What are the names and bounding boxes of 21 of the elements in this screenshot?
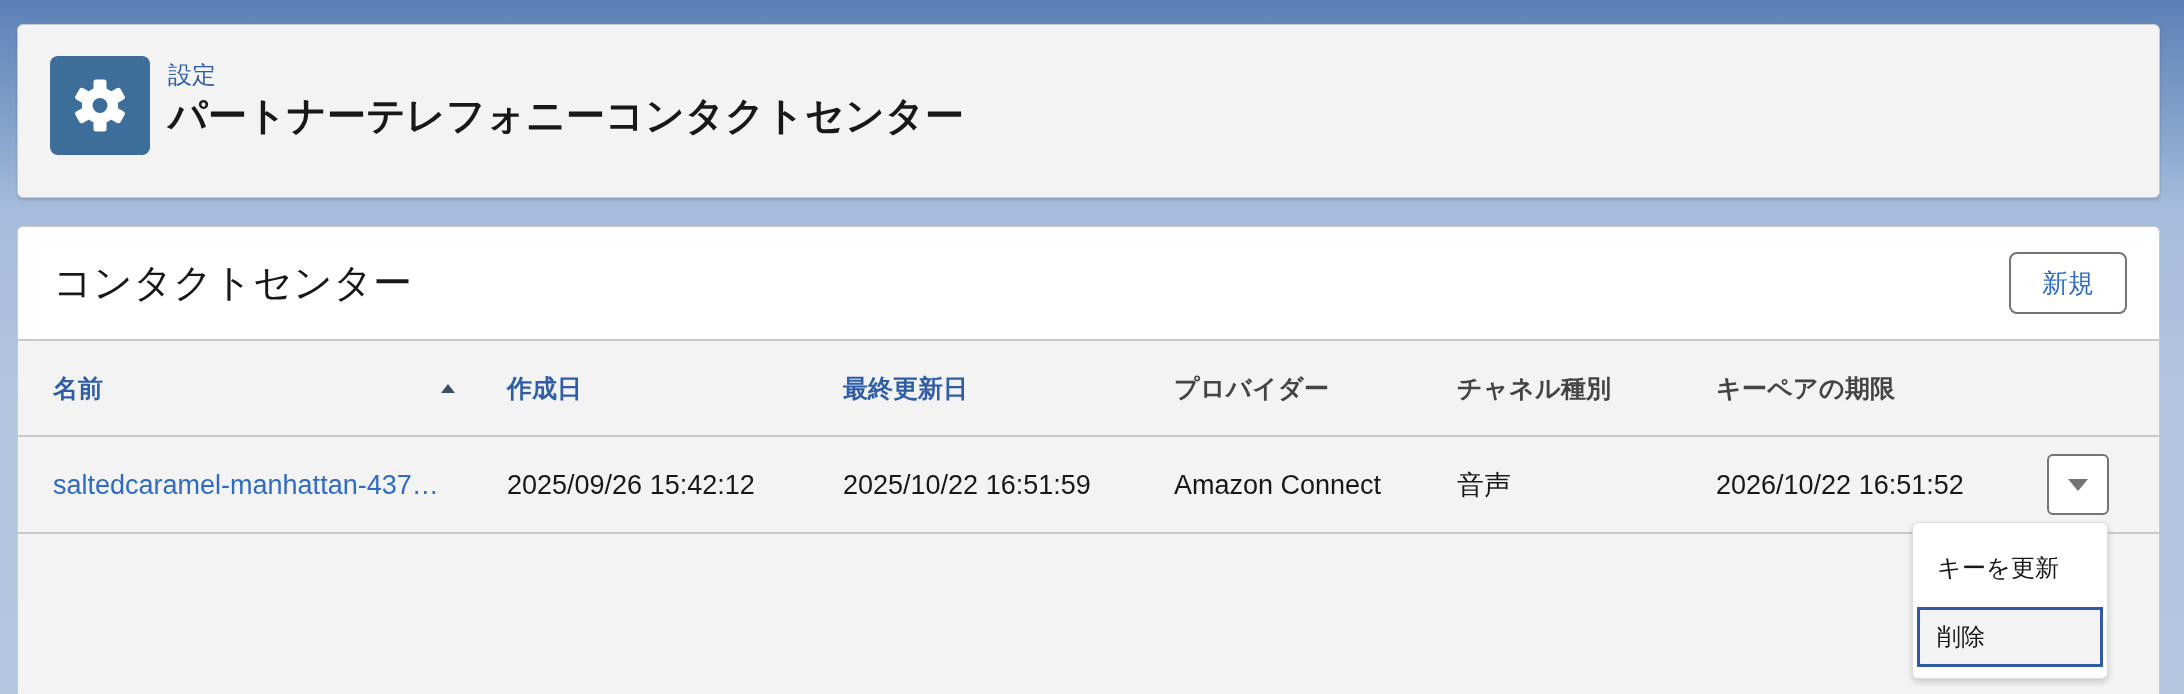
- page-title: パートナーテレフォニーコンタクトセンター: [168, 93, 964, 139]
- breadcrumb-label: 設定: [168, 60, 216, 90]
- list-title: コンタクトセンター: [53, 260, 412, 306]
- column-header: キーペアの期限: [1716, 373, 1895, 403]
- column-header[interactable]: 最終更新日: [843, 373, 968, 403]
- row-actions-button[interactable]: [2047, 454, 2109, 515]
- record-link[interactable]: saltedcaramel-manhattan-437…: [53, 469, 439, 500]
- table-cell: 2025/09/26 15:42:12: [507, 469, 755, 500]
- table-cell: 2025/10/22 16:51:59: [843, 469, 1091, 500]
- table-cell: 2026/10/22 16:51:52: [1716, 469, 1964, 500]
- column-header: チャネル種別: [1457, 373, 1611, 403]
- settings-icon: [50, 56, 150, 155]
- menu-item[interactable]: 削除: [1917, 607, 2103, 667]
- column-header: プロバイダー: [1174, 373, 1329, 403]
- column-header[interactable]: 名前: [53, 373, 103, 403]
- table-cell: 音声: [1457, 469, 1511, 500]
- table-cell: Amazon Connect: [1174, 469, 1382, 500]
- new-button[interactable]: 新規: [2009, 252, 2127, 314]
- column-header[interactable]: 作成日: [507, 373, 582, 403]
- menu-item[interactable]: キーを更新: [1917, 538, 2103, 598]
- caret-down-icon: [2068, 478, 2088, 491]
